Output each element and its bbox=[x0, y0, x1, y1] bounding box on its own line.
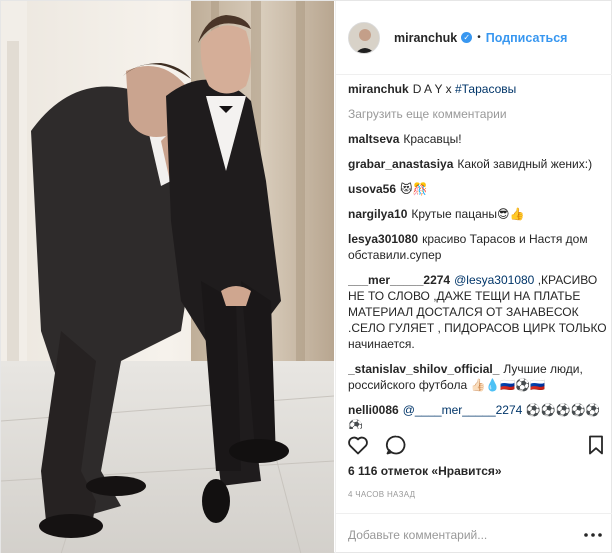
comment-mention[interactable]: @____mer_____2274 bbox=[403, 403, 523, 417]
comment-username[interactable]: lesya301080 bbox=[348, 232, 418, 246]
caption-username[interactable]: miranchuk bbox=[348, 82, 409, 96]
verified-badge-icon: ✓ bbox=[461, 32, 473, 43]
post-header: miranchuk ✓ • Подписаться bbox=[336, 1, 612, 75]
comment-username[interactable]: nargilya10 bbox=[348, 207, 407, 221]
follow-button[interactable]: Подписаться bbox=[486, 31, 568, 45]
comment-text: 😻🎊 bbox=[400, 182, 428, 196]
comment-item: nargilya10 Крутые пацаны😎👍 bbox=[348, 206, 610, 222]
post-time[interactable]: 4 часов назад bbox=[348, 490, 415, 499]
post-photo[interactable] bbox=[1, 1, 334, 553]
bookmark-icon[interactable] bbox=[584, 433, 608, 457]
caption: miranchuk D A Y x #Тарасовы bbox=[348, 81, 610, 97]
comment-item: grabar_anastasiya Какой завидный жених:) bbox=[348, 156, 610, 172]
post-photo-image bbox=[1, 1, 334, 553]
comment-text: Красавцы! bbox=[403, 132, 462, 146]
comment-item: maltseva Красавцы! bbox=[348, 131, 610, 147]
comment-mention[interactable]: @lesya301080 bbox=[454, 273, 534, 287]
caption-hashtag[interactable]: #Тарасовы bbox=[455, 82, 516, 96]
comments-list: miranchuk D A Y x #Тарасовы Загрузить еще… bbox=[348, 81, 610, 429]
header-username[interactable]: miranchuk bbox=[394, 31, 457, 45]
avatar-image bbox=[349, 22, 379, 53]
comment-text: Крутые пацаны😎👍 bbox=[411, 207, 525, 221]
add-comment-input[interactable] bbox=[348, 524, 568, 546]
post-sidebar: miranchuk ✓ • Подписаться miranchuk D A Y… bbox=[335, 1, 612, 553]
comment-item: usova56 😻🎊 bbox=[348, 181, 610, 197]
likes-label: отметок «Нравится» bbox=[380, 464, 502, 478]
likes-number: 6 116 bbox=[348, 464, 378, 478]
add-comment-bar bbox=[336, 513, 612, 553]
comment-text: Какой завидный жених:) bbox=[457, 157, 593, 171]
comment-username[interactable]: nelli0086 bbox=[348, 403, 399, 417]
avatar[interactable] bbox=[348, 21, 380, 54]
action-bar bbox=[346, 433, 606, 461]
comment-username[interactable]: _stanislav_shilov_official_ bbox=[348, 362, 499, 376]
instagram-post: miranchuk ✓ • Подписаться miranchuk D A Y… bbox=[0, 0, 612, 553]
caption-text: D A Y x bbox=[412, 82, 452, 96]
comment-username[interactable]: grabar_anastasiya bbox=[348, 157, 453, 171]
heart-icon[interactable] bbox=[346, 433, 370, 457]
more-options-icon[interactable] bbox=[582, 529, 604, 541]
comment-item: nelli0086 @____mer_____2274 ⚽⚽⚽⚽⚽⚽ bbox=[348, 402, 610, 429]
likes-count[interactable]: 6 116 отметок «Нравится» bbox=[348, 464, 502, 478]
comment-item: lesya301080 красиво Тарасов и Настя дом о… bbox=[348, 231, 610, 263]
load-more-comments-button[interactable]: Загрузить еще комментарии bbox=[348, 106, 610, 122]
comment-username[interactable]: usova56 bbox=[348, 182, 396, 196]
header-separator: • bbox=[477, 32, 481, 43]
comment-username[interactable]: maltseva bbox=[348, 132, 399, 146]
comment-icon[interactable] bbox=[384, 433, 408, 457]
comment-item: ___mer_____2274 @lesya301080 ,КРАСИВО НЕ … bbox=[348, 272, 610, 352]
comment-username[interactable]: ___mer_____2274 bbox=[348, 273, 450, 287]
comment-item: _stanislav_shilov_official_ Лучшие люди, … bbox=[348, 361, 610, 393]
